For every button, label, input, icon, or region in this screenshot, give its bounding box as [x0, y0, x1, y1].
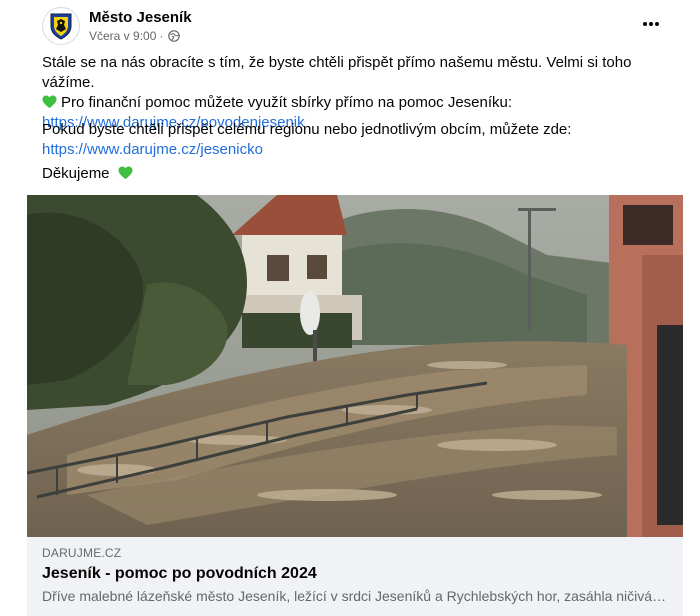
- post-meta: Včera v 9:00 ·: [89, 29, 181, 43]
- preview-title[interactable]: Jeseník - pomoc po povodních 2024: [42, 565, 317, 583]
- city-coat-of-arms-icon: [50, 13, 72, 40]
- post-text-line-1: Stále se na nás obracíte s tím, že byste…: [42, 54, 632, 91]
- post-text-region: Pokud byste chtěli přispět celému region…: [42, 121, 572, 138]
- facebook-post: Město Jeseník Včera v 9:00 · Stále se na…: [0, 0, 700, 616]
- green-heart-icon: [118, 166, 133, 180]
- post-text-line-2: Pro finanční pomoc můžete využít sbírky …: [42, 93, 682, 113]
- page-name[interactable]: Město Jeseník: [89, 9, 192, 26]
- meta-separator: ·: [159, 29, 164, 43]
- link-jesenicko[interactable]: https://www.darujme.cz/jesenicko: [42, 140, 682, 160]
- link-preview[interactable]: DARUJME.CZ Jeseník - pomoc po povodních …: [27, 537, 683, 616]
- post-header: Město Jeseník Včera v 9:00 ·: [0, 0, 700, 50]
- more-options-button[interactable]: [635, 8, 667, 40]
- globe-icon[interactable]: [168, 30, 181, 42]
- post-text-thanks: Děkujeme: [42, 165, 110, 182]
- post-paragraph-3: Děkujeme: [42, 164, 682, 184]
- green-heart-icon: [42, 95, 57, 109]
- post-timestamp[interactable]: Včera v 9:00: [89, 29, 156, 43]
- flood-photo[interactable]: [27, 195, 683, 537]
- page-avatar[interactable]: [42, 7, 80, 45]
- preview-domain: DARUJME.CZ: [42, 546, 122, 560]
- post-text-donation: Pro finanční pomoc můžete využít sbírky …: [61, 94, 513, 111]
- post-paragraph-2: Pokud byste chtěli přispět celému region…: [42, 120, 682, 160]
- preview-description: Dříve malebné lázeňské město Jeseník, le…: [42, 588, 667, 604]
- more-options-icon: [643, 22, 659, 26]
